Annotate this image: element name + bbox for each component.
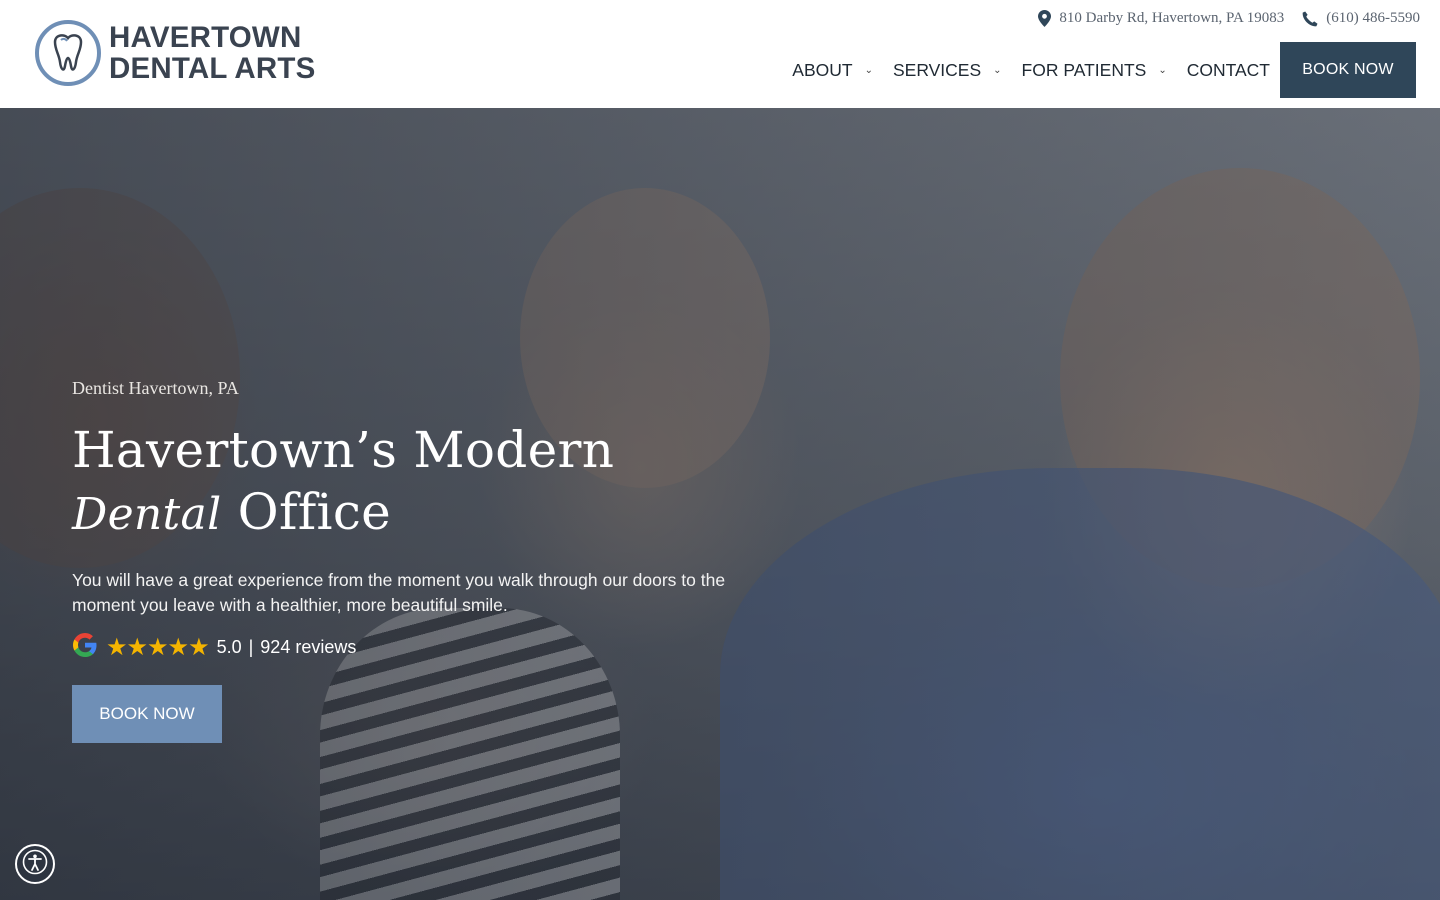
- hero-eyebrow: Dentist Havertown, PA: [72, 378, 239, 398]
- address-text: 810 Darby Rd, Havertown, PA 19083: [1059, 10, 1285, 26]
- rating-separator: |: [248, 637, 254, 657]
- chevron-down-icon: ⌄: [993, 64, 1002, 76]
- site-header: HAVERTOWN DENTAL ARTS 810 Darby Rd, Have…: [0, 0, 1440, 108]
- header-book-now-button[interactable]: BOOK NOW: [1280, 42, 1416, 98]
- hero-subtext: You will have a great experience from th…: [72, 570, 726, 615]
- hero-headline: Havertown’s Modern Dental Office: [72, 419, 772, 546]
- address-link[interactable]: 810 Darby Rd, Havertown, PA 19083: [1038, 10, 1284, 27]
- phone-text: (610) 486-5590: [1326, 10, 1420, 26]
- logo-line2: DENTAL ARTS: [109, 52, 316, 85]
- hero-book-now-button[interactable]: BOOK NOW: [72, 685, 222, 743]
- nav-about[interactable]: ABOUT ⌄: [782, 42, 883, 98]
- star-rating: ★★★★★: [106, 634, 210, 661]
- nav-contact[interactable]: CONTACT: [1177, 42, 1280, 98]
- rating-value: 5.0: [216, 637, 242, 657]
- headline-script-word: Dental: [72, 489, 222, 540]
- map-pin-icon: [1038, 10, 1052, 27]
- logo-text: HAVERTOWN DENTAL ARTS: [109, 22, 316, 84]
- chevron-down-icon: ⌄: [864, 64, 873, 76]
- google-rating[interactable]: ★★★★★ 5.0 | 924 reviews: [72, 632, 772, 663]
- chevron-down-icon: ⌄: [1158, 64, 1167, 76]
- accessibility-button[interactable]: [15, 844, 55, 884]
- nav-for-patients-label: FOR PATIENTS: [1021, 59, 1147, 80]
- review-count: 924 reviews: [260, 637, 357, 657]
- headline-line2: Dental Office: [72, 481, 772, 546]
- nav-contact-label: CONTACT: [1186, 59, 1270, 80]
- google-icon: [72, 632, 98, 663]
- logo-line1: HAVERTOWN: [109, 21, 302, 54]
- nav-services-label: SERVICES: [892, 59, 982, 80]
- phone-link[interactable]: (610) 486-5590: [1302, 10, 1420, 27]
- accessibility-icon: [22, 849, 48, 880]
- headline-line2-rest: Office: [237, 483, 392, 541]
- headline-line1: Havertown’s Modern: [72, 421, 615, 479]
- tooth-logo-icon: [33, 18, 103, 88]
- main-nav: ABOUT ⌄ SERVICES ⌄ FOR PATIENTS ⌄ CONTAC…: [782, 42, 1416, 98]
- logo[interactable]: HAVERTOWN DENTAL ARTS: [33, 18, 316, 88]
- contact-topbar: 810 Darby Rd, Havertown, PA 19083 (610) …: [1038, 10, 1420, 27]
- nav-about-label: ABOUT: [792, 59, 853, 80]
- nav-services[interactable]: SERVICES ⌄: [883, 42, 1012, 98]
- hero-content: Dentist Havertown, PA Havertown’s Modern…: [72, 378, 772, 743]
- nav-for-patients[interactable]: FOR PATIENTS ⌄: [1012, 42, 1177, 98]
- hero-section: Dentist Havertown, PA Havertown’s Modern…: [0, 108, 1440, 900]
- phone-icon: [1302, 11, 1318, 27]
